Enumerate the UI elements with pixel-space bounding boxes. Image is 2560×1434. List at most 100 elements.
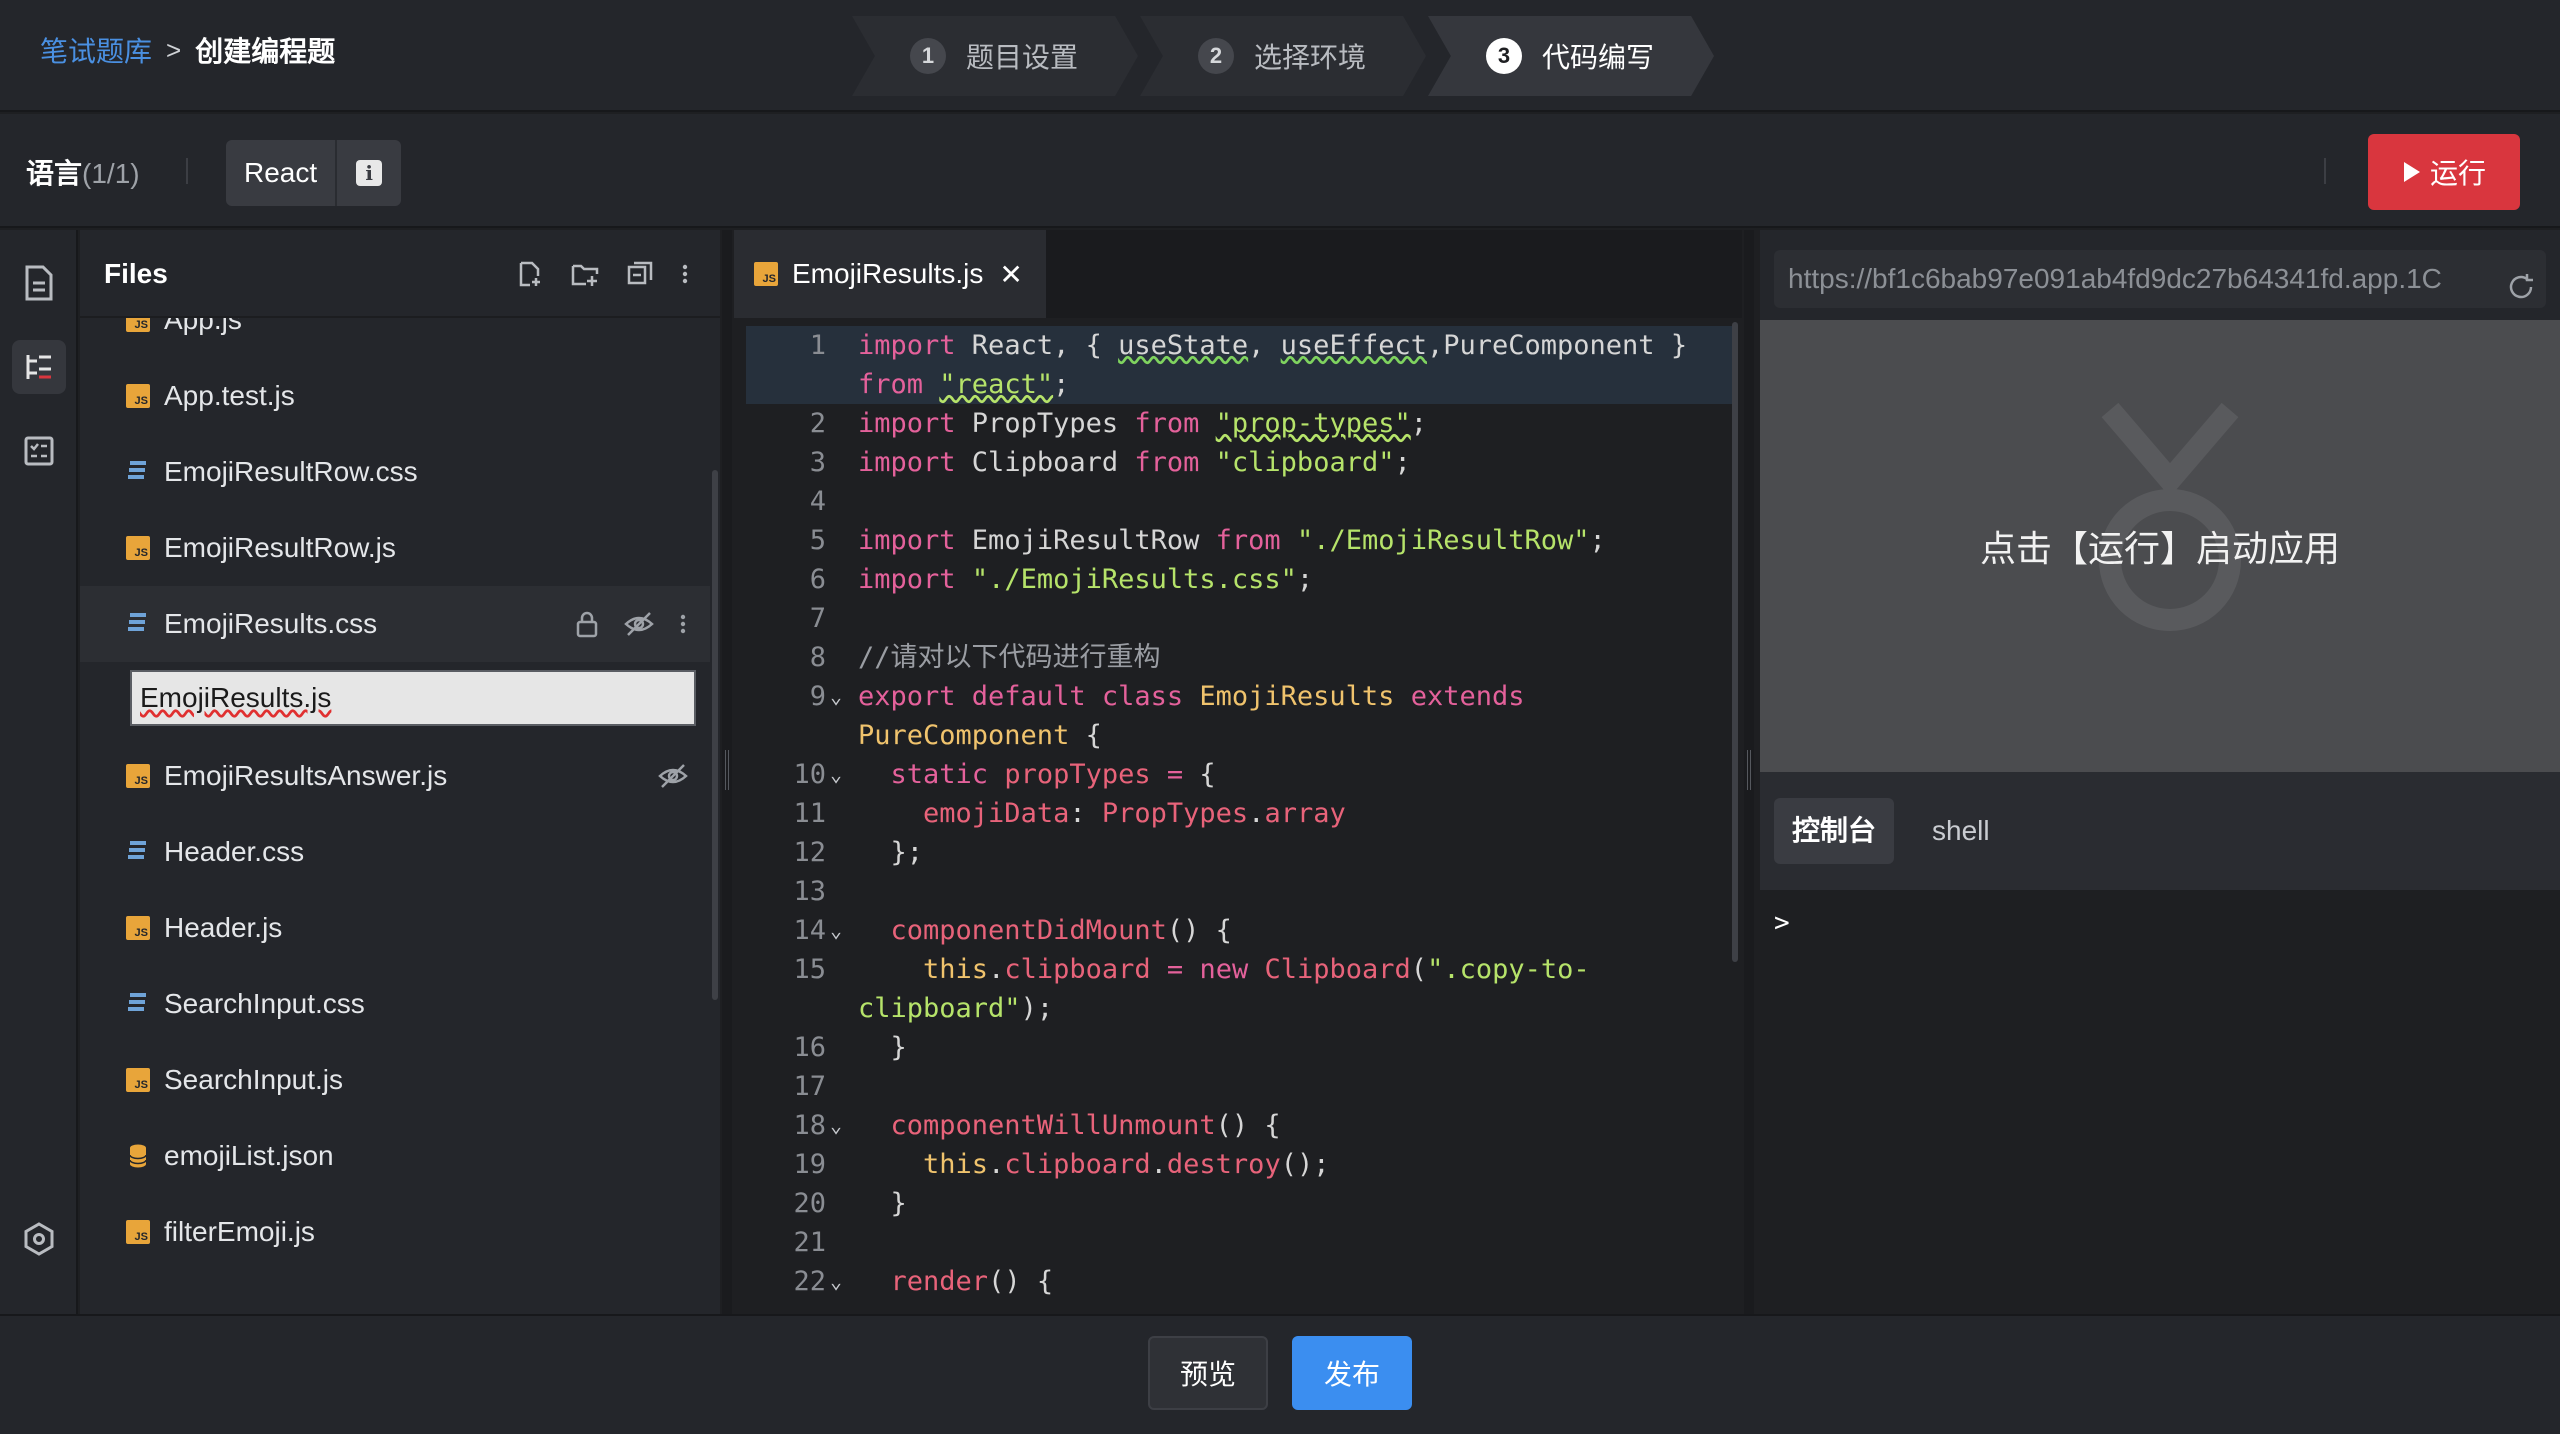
code-line: 1 import React, { useState, useEffect,Pur… [746,326,1736,365]
language-selector: React i [226,140,402,206]
toolbar: 语言(1/1) React i 运行 [0,114,2560,228]
console-output[interactable]: > [1760,890,2560,1314]
more-options-icon[interactable] [678,610,688,638]
more-options-icon[interactable] [680,260,690,288]
js-file-icon: JS [126,536,150,560]
fold-chevron-icon[interactable]: ⌄ [830,755,842,794]
code-editor: JS EmojiResults.js ✕ 1 import React, { us… [734,230,1742,1314]
info-icon: i [356,160,383,186]
file-item-emojiresultrow-css[interactable]: EmojiResultRow.css [80,434,710,510]
step-code-writing[interactable]: 3 代码编写 [1428,16,1714,96]
file-explorer-header-overlay: Files [80,230,720,318]
file-name: SearchInput.css [164,988,365,1019]
fold-chevron-icon[interactable]: ⌄ [830,1262,842,1301]
fold-chevron-icon[interactable]: ⌄ [830,911,842,950]
eye-hidden-icon[interactable] [658,762,688,790]
publish-button[interactable]: 发布 [1292,1336,1412,1410]
step-choose-environment[interactable]: 2 选择环境 [1140,16,1426,96]
preview-placeholder-text: 点击【运行】启动应用 [1979,528,2340,569]
language-label: 语言(1/1) [26,152,140,192]
reload-button[interactable] [2506,264,2536,308]
collapse-all-icon[interactable] [626,260,654,288]
editor-scrollbar[interactable] [1732,322,1738,962]
file-item-filteremoji-js[interactable]: JS filterEmoji.js [80,1194,710,1270]
code-line: 16 } [793,1032,907,1063]
file-item-emojiresults-js[interactable]: EmojiResults.js [80,662,710,738]
splitter-editor-preview[interactable] [1744,230,1754,1314]
rail-description-button[interactable] [12,256,66,310]
file-item-emojiresultsanswer-js[interactable]: JS EmojiResultsAnswer.js [80,738,710,814]
preview-url: https://bf1c6bab97e091ab4fd9dc27b64341fd… [1788,263,2442,294]
rail-files-button[interactable] [12,340,66,394]
file-explorer: Files JS App.js JS App.test.js EmojiResu… [80,230,720,1314]
close-icon[interactable]: ✕ [999,258,1022,291]
tab-shell[interactable]: shell [1914,798,2008,864]
file-tree-icon [26,355,51,379]
code-line: 11 emojiData: PropTypes.array [793,798,1346,829]
file-item-emojilist-json[interactable]: emojiList.json [80,1118,710,1194]
step-label: 选择环境 [1254,42,1367,73]
code-line: 19 this.clipboard.destroy(); [793,1149,1330,1180]
step-number: 1 [910,38,946,74]
new-file-icon[interactable] [516,260,544,288]
code-line: 15 this.clipboard = new Clipboard(".copy… [793,954,1590,985]
file-name: EmojiResultRow.js [164,532,396,563]
fold-chevron-icon[interactable]: ⌄ [830,1106,842,1145]
bottom-action-bar: 预览 发布 [0,1314,2560,1434]
console-tab-bar: 控制台 shell [1760,772,2560,890]
rename-file-input[interactable]: EmojiResults.js [130,670,696,726]
editor-tab-emojiresults-js[interactable]: JS EmojiResults.js ✕ [734,230,1046,318]
breadcrumb: 笔试题库 > 创建编程题 [40,30,335,70]
breadcrumb-separator: > [166,34,182,65]
step-label: 代码编写 [1542,42,1655,73]
code-line: 22 ⌄ render() { [746,1262,1736,1301]
language-count: (1/1) [82,158,140,189]
step-question-settings[interactable]: 1 题目设置 [852,16,1138,96]
file-explorer-title: Files [104,258,168,289]
language-tab-react[interactable]: React [226,140,336,206]
play-icon [2403,162,2420,182]
console-prompt: > [1774,908,1790,938]
file-item-searchinput-css[interactable]: SearchInput.css [80,966,710,1042]
reload-icon [2509,274,2533,299]
preview-button[interactable]: 预览 [1148,1336,1268,1410]
code-line: 4 [809,486,826,517]
lock-icon[interactable] [574,610,600,638]
new-folder-icon[interactable] [570,260,600,288]
file-list-scrollbar[interactable] [712,470,718,1000]
code-line: 13 [793,876,826,907]
file-item-header-js[interactable]: JS Header.js [80,890,710,966]
run-button[interactable]: 运行 [2368,134,2520,210]
step-number: 3 [1486,38,1522,74]
code-line: 10 ⌄ static propTypes = { [746,755,1736,794]
file-name: filterEmoji.js [164,1216,315,1247]
file-name: EmojiResultsAnswer.js [164,760,448,791]
code-line: 14 ⌄ componentDidMount() { [746,911,1736,950]
splitter-files-editor[interactable] [722,230,732,1314]
preview-url-bar[interactable]: https://bf1c6bab97e091ab4fd9dc27b64341fd… [1774,250,2546,308]
eye-hidden-icon[interactable] [624,610,654,638]
file-item-header-css[interactable]: Header.css [80,814,710,890]
language-info-button[interactable]: i [335,140,402,206]
code-line: 6 import "./EmojiResults.css"; [809,564,1314,595]
file-name: SearchInput.js [164,1064,343,1095]
tab-console[interactable]: 控制台 [1774,798,1895,864]
rail-tests-button[interactable] [12,424,66,478]
breadcrumb-link-question-bank[interactable]: 笔试题库 [40,30,152,70]
file-item-searchinput-js[interactable]: JS SearchInput.js [80,1042,710,1118]
file-item-emojiresults-css[interactable]: EmojiResults.css [80,586,710,662]
rail-settings-button[interactable] [12,1212,66,1266]
code-line: 3 import Clipboard from "clipboard"; [809,447,1411,478]
code-line: 21 [793,1227,826,1258]
fold-chevron-icon[interactable]: ⌄ [830,677,842,716]
file-item-app-test-js[interactable]: JS App.test.js [80,358,710,434]
css-file-icon [128,841,146,859]
page-title: 创建编程题 [195,36,336,67]
code-line: 2 import PropTypes from "prop-types"; [809,408,1427,439]
code-line: clipboard"); [858,993,1054,1024]
css-file-icon [128,993,146,1011]
code-area[interactable]: 1 import React, { useState, useEffect,Pur… [746,326,1736,1301]
file-row-actions [658,762,688,790]
file-item-emojiresultrow-js[interactable]: JS EmojiResultRow.js [80,510,710,586]
drag-handle-icon [1747,750,1751,790]
